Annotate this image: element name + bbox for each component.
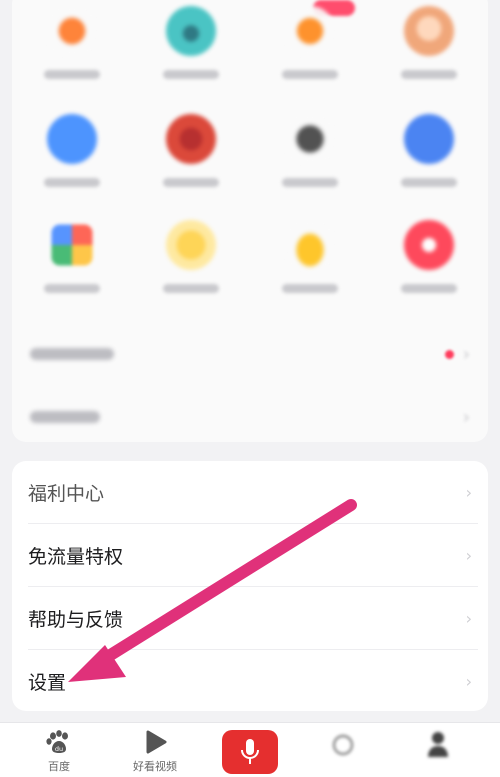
- grid-item-label: [400, 284, 457, 293]
- grid-item-label: [43, 178, 100, 187]
- svg-text:du: du: [55, 745, 63, 753]
- grid-item[interactable]: [131, 220, 250, 330]
- bottom-tab-bar: du 百度 好看视频: [0, 722, 500, 777]
- menu-item-welfare-center[interactable]: 福利中心 ›: [12, 461, 488, 523]
- blurred-app-icon: [165, 220, 216, 270]
- grid-item-label: [400, 178, 457, 187]
- services-card: › ›: [12, 0, 488, 442]
- blurred-app-icon: [165, 6, 216, 56]
- blurred-app-icon: [165, 114, 216, 164]
- blurred-row-label: [30, 348, 114, 360]
- grid-item[interactable]: [131, 6, 250, 116]
- menu-item-settings[interactable]: 设置 ›: [12, 650, 488, 712]
- blurred-app-icon: [284, 220, 335, 270]
- grid-item-label: [43, 70, 100, 79]
- blurred-app-icon: [46, 6, 97, 56]
- chevron-right-icon: ›: [462, 406, 470, 428]
- blurred-app-icon: [46, 114, 97, 164]
- tab-baidu[interactable]: du 百度: [9, 723, 109, 777]
- blurred-app-icon: [403, 114, 454, 164]
- menu-item-help-feedback[interactable]: 帮助与反馈 ›: [12, 587, 488, 649]
- grid-item[interactable]: [250, 114, 369, 224]
- menu-item-label: 设置: [28, 671, 67, 694]
- blurred-app-icon: [284, 6, 335, 56]
- chevron-right-icon: ›: [465, 671, 472, 691]
- message-icon: [332, 734, 354, 756]
- grid-item[interactable]: [369, 220, 488, 330]
- grid-item-label: [162, 70, 219, 79]
- grid-item[interactable]: [250, 0, 369, 116]
- red-dot-indicator: [445, 349, 454, 359]
- blurred-list-row[interactable]: ›: [30, 386, 470, 448]
- grid-item[interactable]: [131, 114, 250, 224]
- menu-item-label: 免流量特权: [28, 545, 124, 568]
- play-icon: [146, 730, 167, 754]
- grid-item-label: [162, 284, 219, 293]
- grid-item[interactable]: [250, 220, 369, 330]
- grid-item[interactable]: [12, 6, 131, 116]
- blurred-app-icon: [284, 114, 335, 164]
- menu-card: 福利中心 › 免流量特权 › 帮助与反馈 › 设置 ›: [12, 461, 488, 711]
- grid-item-label: [43, 284, 100, 293]
- tab-messages[interactable]: [293, 723, 393, 777]
- baidu-paw-icon: du: [46, 730, 68, 753]
- mic-icon: [241, 739, 259, 764]
- blurred-list-row[interactable]: ›: [30, 323, 470, 385]
- grid-item-label: [400, 70, 457, 79]
- grid-item[interactable]: [12, 114, 131, 224]
- grid-item[interactable]: [369, 6, 488, 116]
- menu-item-free-data[interactable]: 免流量特权 ›: [12, 524, 488, 586]
- menu-item-label: 福利中心: [28, 482, 105, 505]
- menu-item-label: 帮助与反馈: [28, 608, 124, 631]
- blurred-app-icon: [51, 224, 92, 266]
- profile-icon: [428, 732, 448, 757]
- grid-item-label: [281, 284, 338, 293]
- grid-item-label: [281, 178, 338, 187]
- chevron-right-icon: ›: [465, 482, 472, 502]
- tab-haokan-video[interactable]: 好看视频: [105, 723, 205, 777]
- grid-item[interactable]: [12, 220, 131, 330]
- grid-item-label: [281, 70, 338, 79]
- chevron-right-icon: ›: [465, 545, 472, 565]
- blurred-app-icon: [403, 6, 454, 56]
- chevron-right-icon: ›: [462, 343, 470, 365]
- blurred-row-label: [30, 411, 100, 423]
- tab-profile[interactable]: [388, 723, 488, 777]
- voice-search-button[interactable]: [222, 730, 278, 774]
- tab-label: 百度: [48, 760, 70, 773]
- grid-item[interactable]: [369, 114, 488, 224]
- grid-item-label: [162, 178, 219, 187]
- tab-label: 好看视频: [133, 760, 177, 773]
- chevron-right-icon: ›: [465, 608, 472, 628]
- blurred-app-icon: [403, 220, 454, 270]
